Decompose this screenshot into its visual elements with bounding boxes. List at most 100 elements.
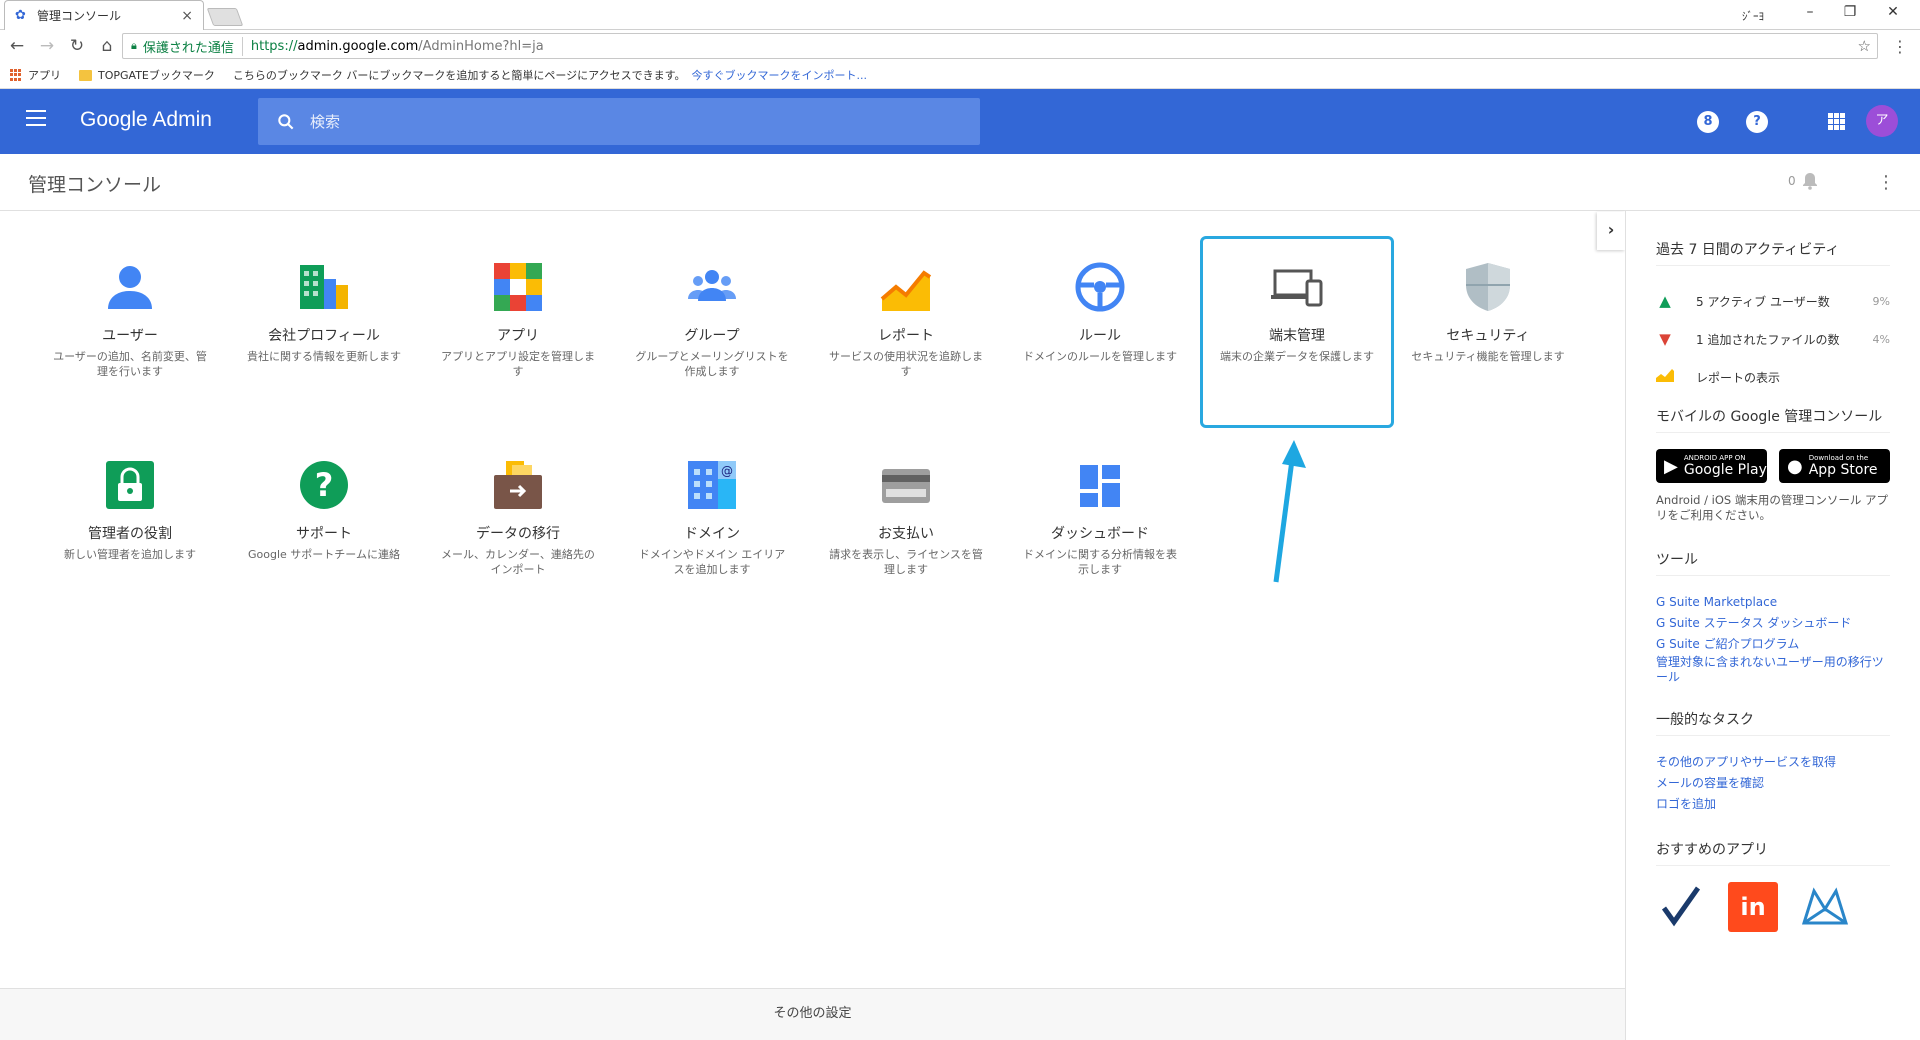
browser-tab[interactable]: ✿ 管理コンソール × bbox=[4, 0, 204, 30]
address-bar[interactable]: 🔒︎ 保護された通信 https://admin.google.com/Admi… bbox=[122, 33, 1878, 59]
tile-name: ユーザー bbox=[102, 328, 158, 344]
user-icon bbox=[102, 259, 158, 315]
search-input[interactable] bbox=[310, 112, 910, 131]
tile-desc: ユーザーの追加、名前変更、管理を行います bbox=[53, 350, 207, 378]
tile-domains[interactable]: @ ドメイン ドメインやドメイン エイリアスを追加します bbox=[622, 437, 802, 617]
activity-item[interactable]: ▼ 1 追加されたファイルの数 4% bbox=[1656, 320, 1890, 358]
import-bookmarks-link[interactable]: 今すぐブックマークをインポート... bbox=[692, 67, 868, 83]
tile-desc: 端末の企業データを保護します bbox=[1220, 350, 1374, 363]
home-icon[interactable]: ⌂ bbox=[94, 36, 120, 56]
bookmark-folder[interactable]: TOPGATEブックマーク bbox=[79, 67, 215, 83]
tile-rules[interactable]: ルール ドメインのルールを管理します bbox=[1010, 239, 1190, 419]
page-header: 管理コンソール 0 ⋮ bbox=[0, 154, 1920, 211]
collapse-panel-button[interactable]: › bbox=[1597, 212, 1625, 250]
store-big: App Store bbox=[1808, 462, 1878, 478]
tool-link[interactable]: 管理対象に含まれないユーザー用の移行ツール bbox=[1656, 655, 1890, 685]
tile-desc: サービスの使用状況を追跡します bbox=[829, 350, 983, 378]
search-icon bbox=[278, 113, 294, 129]
activity-item[interactable]: ▲ 5 アクティブ ユーザー数 9% bbox=[1656, 282, 1890, 320]
tool-link[interactable]: G Suite ステータス ダッシュボード bbox=[1656, 613, 1890, 634]
store-big: Google Play bbox=[1683, 462, 1767, 478]
account-badge-icon[interactable]: 8 bbox=[1697, 111, 1719, 133]
search-box[interactable] bbox=[258, 98, 980, 145]
bell-icon bbox=[1802, 173, 1817, 190]
checkmark-app-icon[interactable] bbox=[1656, 882, 1706, 932]
tile-security[interactable]: セキュリティ セキュリティ機能を管理します bbox=[1398, 239, 1578, 419]
google-apps-icon[interactable] bbox=[1828, 113, 1845, 130]
shield-icon bbox=[1460, 259, 1516, 315]
tile-desc: 請求を表示し、ライセンスを管理します bbox=[829, 548, 983, 576]
tools-list: G Suite Marketplace G Suite ステータス ダッシュボー… bbox=[1656, 592, 1890, 685]
tile-name: ドメイン bbox=[684, 526, 740, 542]
browser-toolbar: ← → ↻ ⌂ 🔒︎ 保護された通信 https://admin.google.… bbox=[0, 30, 1920, 62]
tab-title: 管理コンソール bbox=[37, 9, 122, 23]
tile-dashboard[interactable]: ダッシュボード ドメインに関する分析情報を表示します bbox=[1010, 437, 1190, 617]
building-icon bbox=[296, 259, 352, 315]
tile-desc: ドメインに関する分析情報を表示します bbox=[1023, 548, 1177, 576]
tile-reports[interactable]: レポート サービスの使用状況を追跡します bbox=[816, 239, 996, 419]
bookmark-apps[interactable]: アプリ bbox=[10, 67, 61, 83]
reload-icon[interactable]: ↻ bbox=[64, 36, 90, 56]
invision-app-icon[interactable]: in bbox=[1728, 882, 1778, 932]
bookmark-bar: アプリ TOPGATEブックマーク こちらのブックマーク バーにブックマークを追… bbox=[0, 62, 1920, 89]
forward-icon[interactable]: → bbox=[34, 36, 60, 56]
notifications[interactable]: 0 bbox=[1788, 172, 1818, 190]
tile-data-migration[interactable]: データの移行 メール、カレンダー、連絡先のインポート bbox=[428, 437, 608, 617]
task-link[interactable]: ロゴを追加 bbox=[1656, 794, 1890, 815]
tile-groups[interactable]: グループ グループとメーリングリストを作成します bbox=[622, 239, 802, 419]
tools-title: ツール bbox=[1656, 549, 1890, 576]
tile-admin-roles[interactable]: 管理者の役割 新しい管理者を追加します bbox=[40, 437, 220, 617]
folder-icon bbox=[79, 69, 92, 81]
tile-name: セキュリティ bbox=[1446, 328, 1530, 344]
secure-label: 保護された通信 bbox=[143, 36, 243, 56]
tab-close-icon[interactable]: × bbox=[181, 8, 193, 24]
tile-name: ルール bbox=[1079, 328, 1121, 344]
tile-billing[interactable]: お支払い 請求を表示し、ライセンスを管理します bbox=[816, 437, 996, 617]
minimize-icon[interactable]: – bbox=[1795, 4, 1825, 26]
brand-logo[interactable]: Google Admin bbox=[80, 108, 212, 132]
task-link[interactable]: その他のアプリやサービスを取得 bbox=[1656, 752, 1890, 773]
tile-desc: アプリとアプリ設定を管理します bbox=[441, 350, 595, 378]
dashboard-icon bbox=[1072, 457, 1128, 513]
tile-desc: グループとメーリングリストを作成します bbox=[635, 350, 789, 378]
arrow-down-icon: ▼ bbox=[1659, 330, 1671, 348]
more-options-icon[interactable]: ⋮ bbox=[1877, 172, 1895, 193]
url-path: /AdminHome?hl=ja bbox=[418, 38, 544, 54]
right-panel: 過去 7 日間のアクティビティ ▲ 5 アクティブ ユーザー数 9% ▼ 1 追… bbox=[1625, 211, 1920, 1040]
activity-text: 1 追加されたファイルの数 bbox=[1696, 332, 1840, 347]
google-play-button[interactable]: ▶ ANDROID APP ON Google Play bbox=[1656, 449, 1767, 483]
browser-profile-label[interactable]: ｼﾞｰﾖ bbox=[1742, 8, 1764, 24]
admin-favicon-icon: ✿ bbox=[15, 7, 26, 23]
task-link[interactable]: メールの容量を確認 bbox=[1656, 773, 1890, 794]
maximize-icon[interactable]: ❐ bbox=[1835, 4, 1865, 26]
new-tab-button[interactable] bbox=[206, 8, 244, 26]
tile-support[interactable]: ? サポート Google サポートチームに連絡 bbox=[234, 437, 414, 617]
app-store-button[interactable]: ● Download on the App Store bbox=[1779, 449, 1890, 483]
menu-icon[interactable] bbox=[26, 110, 46, 126]
store-buttons: ▶ ANDROID APP ON Google Play ● Download o… bbox=[1656, 449, 1890, 483]
tile-device-management[interactable]: 端末管理 端末の企業データを保護します bbox=[1200, 236, 1394, 428]
envelope-app-icon[interactable] bbox=[1800, 882, 1850, 932]
back-icon[interactable]: ← bbox=[4, 36, 30, 56]
tile-desc: メール、カレンダー、連絡先のインポート bbox=[441, 548, 595, 576]
tile-company-profile[interactable]: 会社プロフィール 貴社に関する情報を更新します bbox=[234, 239, 414, 419]
activity-item[interactable]: レポートの表示 bbox=[1656, 358, 1890, 396]
lock-badge-icon bbox=[102, 457, 158, 513]
tile-name: グループ bbox=[684, 328, 740, 344]
browser-menu-icon[interactable]: ⋮ bbox=[1892, 37, 1908, 56]
tile-name: レポート bbox=[878, 328, 934, 344]
credit-card-icon bbox=[878, 457, 934, 513]
tool-link[interactable]: G Suite Marketplace bbox=[1656, 592, 1890, 613]
tile-name: 管理者の役割 bbox=[88, 526, 172, 542]
tool-link[interactable]: G Suite ご紹介プログラム bbox=[1656, 634, 1890, 655]
tile-apps[interactable]: アプリ アプリとアプリ設定を管理します bbox=[428, 239, 608, 419]
tile-desc: 貴社に関する情報を更新します bbox=[247, 350, 401, 363]
tile-users[interactable]: ユーザー ユーザーの追加、名前変更、管理を行います bbox=[40, 239, 220, 419]
help-icon[interactable]: ? bbox=[1746, 111, 1768, 133]
close-window-icon[interactable]: ✕ bbox=[1878, 4, 1908, 26]
bookmark-star-icon[interactable]: ☆ bbox=[1858, 37, 1871, 55]
lock-icon: 🔒︎ bbox=[131, 39, 137, 52]
avatar[interactable]: ア bbox=[1866, 105, 1898, 137]
other-settings-link[interactable]: その他の設定 bbox=[0, 988, 1625, 1040]
browser-tabstrip: ✿ 管理コンソール × ｼﾞｰﾖ – ❐ ✕ bbox=[0, 0, 1920, 30]
